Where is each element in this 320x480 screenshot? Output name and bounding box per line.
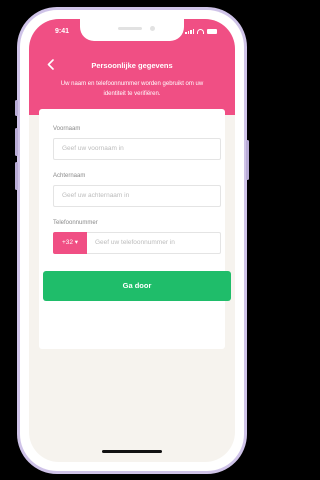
battery-icon — [207, 29, 217, 34]
phone-input[interactable]: Geef uw telefoonnummer in — [87, 232, 221, 254]
page-subtitle: Uw naam en telefoonnummer worden gebruik… — [60, 81, 204, 97]
volume-up-button — [15, 128, 18, 156]
wifi-icon — [197, 29, 204, 34]
front-camera — [150, 26, 155, 31]
continue-button[interactable]: Ga door — [43, 271, 231, 301]
notch — [80, 19, 184, 41]
phone-label: Telefoonnummer — [53, 220, 98, 226]
mute-switch — [15, 100, 18, 116]
status-icons — [185, 29, 217, 34]
power-button — [246, 140, 249, 180]
home-indicator — [102, 450, 162, 453]
last-name-input[interactable]: Geef uw achternaam in — [53, 185, 221, 207]
volume-down-button — [15, 162, 18, 190]
app-screen: 9:41 Persoonlijke gegevens Uw naam en te… — [29, 19, 235, 462]
status-time: 9:41 — [55, 28, 70, 35]
phone-field: +32 ▾ Geef uw telefoonnummer in — [53, 232, 221, 254]
country-code-select[interactable]: +32 ▾ — [53, 232, 87, 254]
first-name-label: Voornaam — [53, 126, 81, 132]
signal-icon — [185, 29, 194, 34]
speaker — [118, 27, 142, 30]
last-name-label: Achternaam — [53, 173, 86, 179]
first-name-input[interactable]: Geef uw voornaam in — [53, 138, 221, 160]
page-title: Persoonlijke gegevens — [91, 61, 173, 70]
